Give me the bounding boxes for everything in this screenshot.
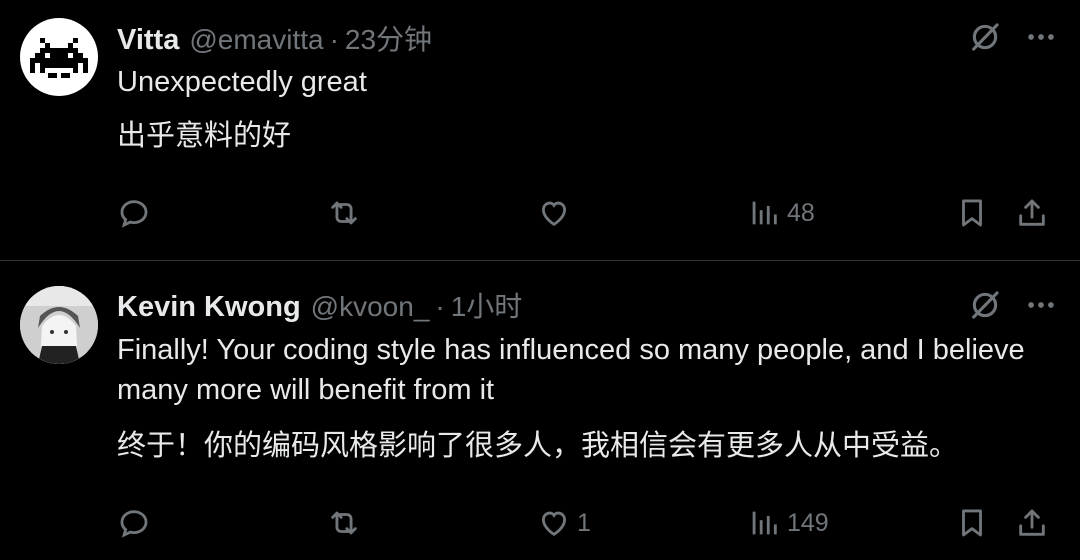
anime-portrait-avatar <box>20 286 98 364</box>
share-button[interactable] <box>1015 506 1049 540</box>
more-icon[interactable] <box>1024 288 1058 322</box>
tweet-top-actions <box>968 20 1058 54</box>
tweet-header: Kevin Kwong @kvoon_ · 1小时 <box>117 285 522 325</box>
share-icon <box>1015 196 1049 230</box>
repost-icon <box>327 506 361 540</box>
separator-dot: · <box>329 24 339 55</box>
tweet[interactable]: Vitta @emavitta · 23分钟 Unexpectedly grea… <box>0 0 1080 260</box>
bookmark-button[interactable] <box>955 196 989 230</box>
tweet[interactable]: Kevin Kwong @kvoon_ · 1小时 Finally! Your … <box>0 262 1080 560</box>
views-icon <box>747 506 781 540</box>
bookmark-icon <box>955 506 989 540</box>
like-button[interactable] <box>537 196 577 230</box>
like-icon <box>537 196 571 230</box>
divider <box>0 260 1080 261</box>
timestamp[interactable]: 23分钟 <box>345 18 432 58</box>
reply-icon <box>117 196 151 230</box>
separator-dot: · <box>435 291 445 322</box>
author-name[interactable]: Kevin Kwong <box>117 291 301 324</box>
timestamp[interactable]: 1小时 <box>451 285 523 325</box>
space-invader-avatar <box>30 38 88 78</box>
tweet-text-zh: 终于！你的编码风格影响了很多人，我相信会有更多人从中受益。 <box>117 430 959 462</box>
reply-feed: Vitta @emavitta · 23分钟 Unexpectedly grea… <box>0 0 1080 560</box>
reply-icon <box>117 506 151 540</box>
like-button[interactable]: 1 <box>537 506 591 540</box>
views-button[interactable]: 149 <box>747 506 829 540</box>
tweet-text-en: Unexpectedly great <box>117 66 367 98</box>
repost-button[interactable] <box>327 196 361 230</box>
repost-button[interactable] <box>327 506 361 540</box>
avatar[interactable] <box>20 286 98 364</box>
tweet-actions: 1 149 <box>117 506 1057 546</box>
more-icon[interactable] <box>1024 20 1058 54</box>
tweet-text-zh: 出乎意料的好 <box>117 120 292 152</box>
share-button[interactable] <box>1015 196 1049 230</box>
author-handle[interactable]: @kvoon_ <box>311 291 430 323</box>
reply-button[interactable] <box>117 196 151 230</box>
avatar[interactable] <box>20 18 98 96</box>
bookmark-button[interactable] <box>955 506 989 540</box>
bookmark-icon <box>955 196 989 230</box>
author-name[interactable]: Vitta <box>117 24 179 57</box>
views-button[interactable]: 48 <box>747 196 815 230</box>
tweet-actions: 48 <box>117 196 1057 236</box>
reply-button[interactable] <box>117 506 151 540</box>
tweet-text-en: Finally! Your coding style has influence… <box>117 334 1025 406</box>
like-icon <box>537 506 571 540</box>
tweet-header: Vitta @emavitta · 23分钟 <box>117 18 432 58</box>
grok-icon[interactable] <box>968 288 1002 322</box>
share-icon <box>1015 506 1049 540</box>
view-count: 48 <box>787 198 815 227</box>
view-count: 149 <box>787 508 829 537</box>
views-icon <box>747 196 781 230</box>
author-handle[interactable]: @emavitta <box>189 24 323 56</box>
repost-icon <box>327 196 361 230</box>
tweet-top-actions <box>968 288 1058 322</box>
like-count: 1 <box>577 508 591 537</box>
grok-icon[interactable] <box>968 20 1002 54</box>
